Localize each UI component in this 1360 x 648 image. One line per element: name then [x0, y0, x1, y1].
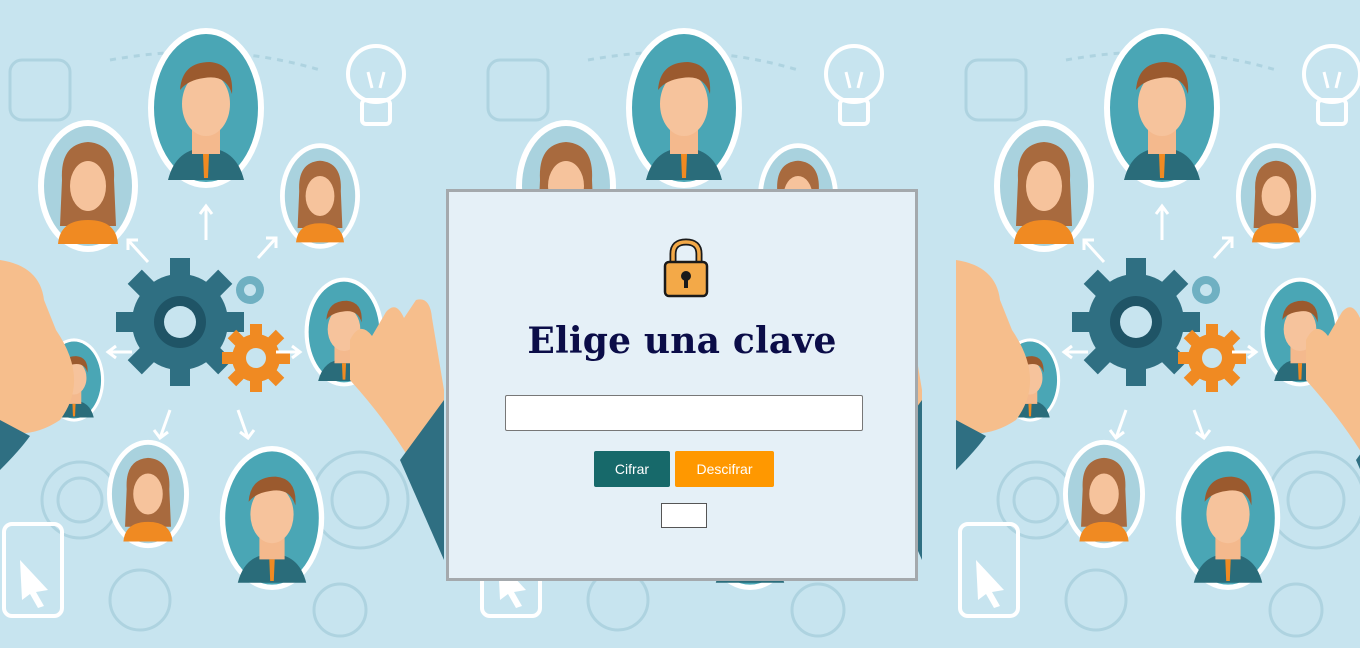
- descifrar-button[interactable]: Descifrar: [675, 451, 774, 487]
- key-input[interactable]: [505, 395, 863, 431]
- padlock-icon: [663, 238, 709, 298]
- key-card: Elige una clave Cifrar Descifrar: [446, 189, 918, 581]
- cifrar-button[interactable]: Cifrar: [594, 451, 670, 487]
- result-box: [661, 503, 707, 528]
- page-title: Elige una clave: [527, 320, 837, 362]
